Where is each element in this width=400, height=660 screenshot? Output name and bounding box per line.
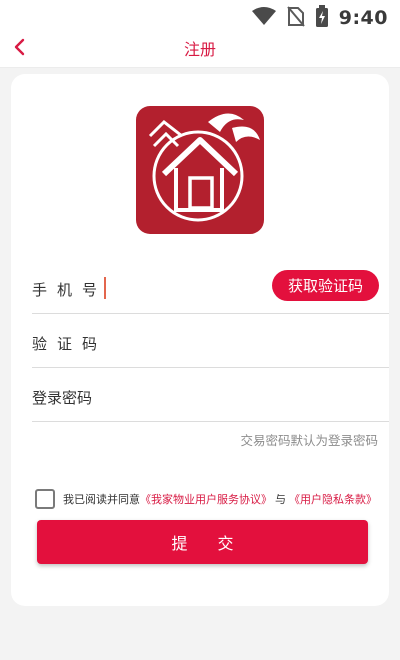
code-row: 验证码: [32, 314, 389, 368]
app-logo: [136, 106, 264, 234]
phone-row: 手机号 获取验证码: [32, 260, 389, 314]
password-hint: 交易密码默认为登录密码: [240, 433, 378, 448]
text-cursor: [104, 277, 106, 299]
house-logo-icon: [136, 106, 264, 234]
agreement-conjunction: 与: [275, 493, 286, 506]
password-input[interactable]: [110, 380, 260, 410]
register-card: 手机号 获取验证码 验证码 登录密码 交易密码默认为登录密码 我已阅读并同意 《…: [11, 74, 389, 606]
phone-label: 手机号: [32, 281, 108, 299]
get-code-button[interactable]: 获取验证码: [272, 270, 379, 301]
nav-bar: 注册: [0, 34, 400, 68]
service-agreement-link[interactable]: 《我家物业用户服务协议》: [140, 491, 272, 507]
status-bar: 9:40: [0, 0, 400, 34]
battery-icon: [315, 5, 329, 31]
password-row: 登录密码: [32, 368, 389, 422]
no-sim-icon: [286, 5, 305, 31]
wifi-icon: [251, 6, 277, 30]
agreement-row: 我已阅读并同意 《我家物业用户服务协议》 与 《用户隐私条款》: [35, 488, 377, 510]
submit-button[interactable]: 提交: [37, 520, 368, 564]
agreement-prefix: 我已阅读并同意: [63, 493, 140, 506]
agreement-checkbox[interactable]: [35, 489, 55, 509]
password-label: 登录密码: [32, 389, 93, 407]
privacy-policy-link[interactable]: 《用户隐私条款》: [289, 491, 377, 507]
page-title: 注册: [183, 40, 216, 59]
code-input[interactable]: [110, 326, 260, 356]
code-label: 验证码: [32, 335, 108, 353]
status-icons: 9:40: [251, 5, 388, 31]
status-time: 9:40: [338, 7, 388, 29]
phone-input[interactable]: [110, 272, 260, 302]
